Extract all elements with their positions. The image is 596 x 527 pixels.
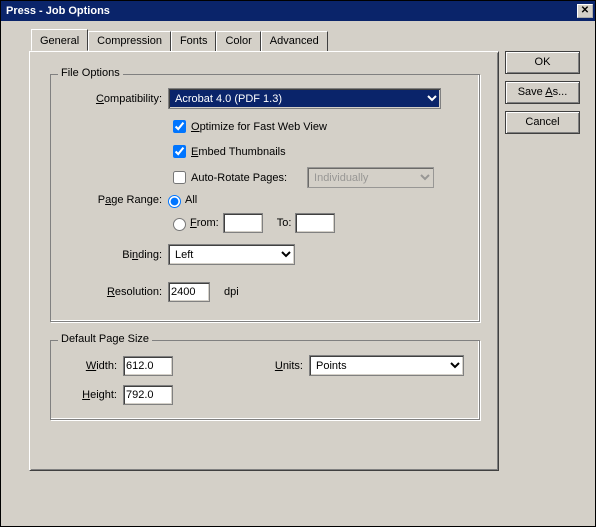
dpi-label: dpi [224,286,239,298]
file-options-legend: File Options [58,67,123,79]
tab-panel-general: File Options Compatibility: Acrobat 4.0 … [29,51,499,471]
titlebar: Press - Job Options ✕ [1,1,595,21]
binding-select[interactable]: Left [168,244,295,265]
tab-color[interactable]: Color [216,31,260,52]
side-buttons: OK Save As... Cancel [505,51,580,134]
close-button[interactable]: ✕ [577,4,593,18]
units-select[interactable]: Points [309,355,464,376]
tab-fonts[interactable]: Fonts [171,31,217,52]
compatibility-label: Compatibility: [61,93,162,105]
embed-checkbox[interactable] [173,145,186,158]
compatibility-select[interactable]: Acrobat 4.0 (PDF 1.3) [168,88,441,109]
page-range-label: Page Range: [61,194,162,206]
width-label: Width: [81,360,117,372]
optimize-label: Optimize for Fast Web View [191,121,327,133]
autorotate-label: Auto-Rotate Pages: [191,172,287,184]
binding-label: Binding: [61,249,162,261]
groupbox-default-page-size: Default Page Size Width: Units: Points H… [50,340,480,420]
tab-strip: General Compression Fonts Color Advanced [31,31,328,52]
resolution-input[interactable] [168,282,210,302]
save-as-button[interactable]: Save As... [505,81,580,104]
units-label: Units: [213,360,303,372]
page-range-all-radio[interactable] [168,195,181,208]
ok-button[interactable]: OK [505,51,580,74]
autorotate-checkbox[interactable] [173,171,186,184]
height-label: Height: [81,389,117,401]
resolution-label: Resolution: [61,286,162,298]
embed-label: Embed Thumbnails [191,146,286,158]
height-input[interactable] [123,385,173,405]
cancel-button[interactable]: Cancel [505,111,580,134]
window-title: Press - Job Options [3,5,577,17]
dialog-window: Press - Job Options ✕ General Compressio… [0,0,596,527]
from-label: From: [190,217,219,229]
autorotate-select: Individually [307,167,434,188]
tab-general[interactable]: General [31,29,88,51]
all-label: All [185,194,197,206]
default-page-size-legend: Default Page Size [58,333,152,345]
from-input[interactable] [223,213,263,233]
optimize-checkbox[interactable] [173,120,186,133]
groupbox-file-options: File Options Compatibility: Acrobat 4.0 … [50,74,480,322]
page-range-from-radio[interactable] [173,218,186,231]
tab-compression[interactable]: Compression [88,31,171,52]
to-input[interactable] [295,213,335,233]
tab-advanced[interactable]: Advanced [261,31,328,52]
width-input[interactable] [123,356,173,376]
to-label: To: [277,217,292,229]
